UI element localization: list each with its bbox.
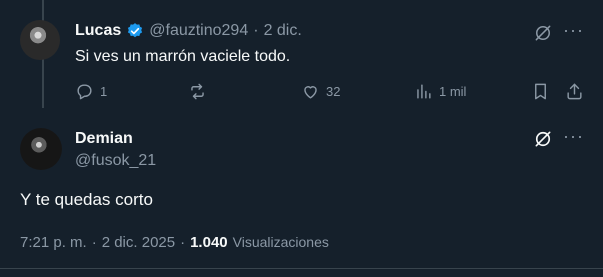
tweet1-header: Lucas @fauztino294 · 2 dic. xyxy=(75,22,302,40)
retweet-icon xyxy=(191,83,204,100)
bookmark-button[interactable] xyxy=(531,82,550,101)
tweet2-sep2: · xyxy=(180,234,186,251)
tweet2-text: Y te quedas corto xyxy=(20,190,153,209)
tweet2-views-count: 1.040 xyxy=(190,234,228,251)
tweet1-author-name[interactable]: Lucas xyxy=(75,22,121,40)
share-button[interactable] xyxy=(565,82,584,101)
tweet2-handle[interactable]: @fusok_21 xyxy=(75,152,156,170)
views-button[interactable]: 1 mil xyxy=(414,82,466,101)
avatar-demian[interactable] xyxy=(20,128,62,170)
tweet2-sep: · xyxy=(91,234,97,251)
bottom-divider xyxy=(0,268,603,269)
bookmark-icon xyxy=(535,83,546,100)
verified-badge-icon xyxy=(128,23,143,38)
tweet2-time[interactable]: 7:21 p. m. xyxy=(20,234,87,251)
reply-icon xyxy=(77,84,92,100)
tweet1-handle[interactable]: @fauztino294 xyxy=(149,22,248,40)
views-count: 1 mil xyxy=(439,84,467,99)
tweet2-more-icon[interactable]: ··· xyxy=(563,126,584,147)
tweet1-separator: · xyxy=(253,22,259,39)
reply-count: 1 xyxy=(100,84,108,99)
tweet2-date[interactable]: 2 dic. 2025 xyxy=(102,234,175,251)
grok-icon[interactable] xyxy=(533,129,553,149)
tweet2-author-name[interactable]: Demian xyxy=(75,130,133,148)
like-count: 32 xyxy=(326,84,341,99)
tweet1-more-icon[interactable]: ··· xyxy=(563,20,584,41)
retweet-button[interactable] xyxy=(188,82,207,101)
avatar-lucas[interactable] xyxy=(20,20,60,60)
like-button[interactable]: 32 xyxy=(301,82,340,101)
tweet1-text: Si ves un marrón vaciele todo. xyxy=(75,48,291,65)
share-icon xyxy=(567,83,582,100)
views-icon xyxy=(417,84,431,99)
reply-button[interactable]: 1 xyxy=(75,82,107,101)
tweet2-meta: 7:21 p. m. · 2 dic. 2025 · 1.040 Visuali… xyxy=(20,234,329,251)
like-icon xyxy=(304,86,317,99)
grok-icon[interactable] xyxy=(533,23,553,43)
tweet2-views-label[interactable]: Visualizaciones xyxy=(233,234,329,250)
tweet1-date[interactable]: 2 dic. xyxy=(264,22,302,40)
